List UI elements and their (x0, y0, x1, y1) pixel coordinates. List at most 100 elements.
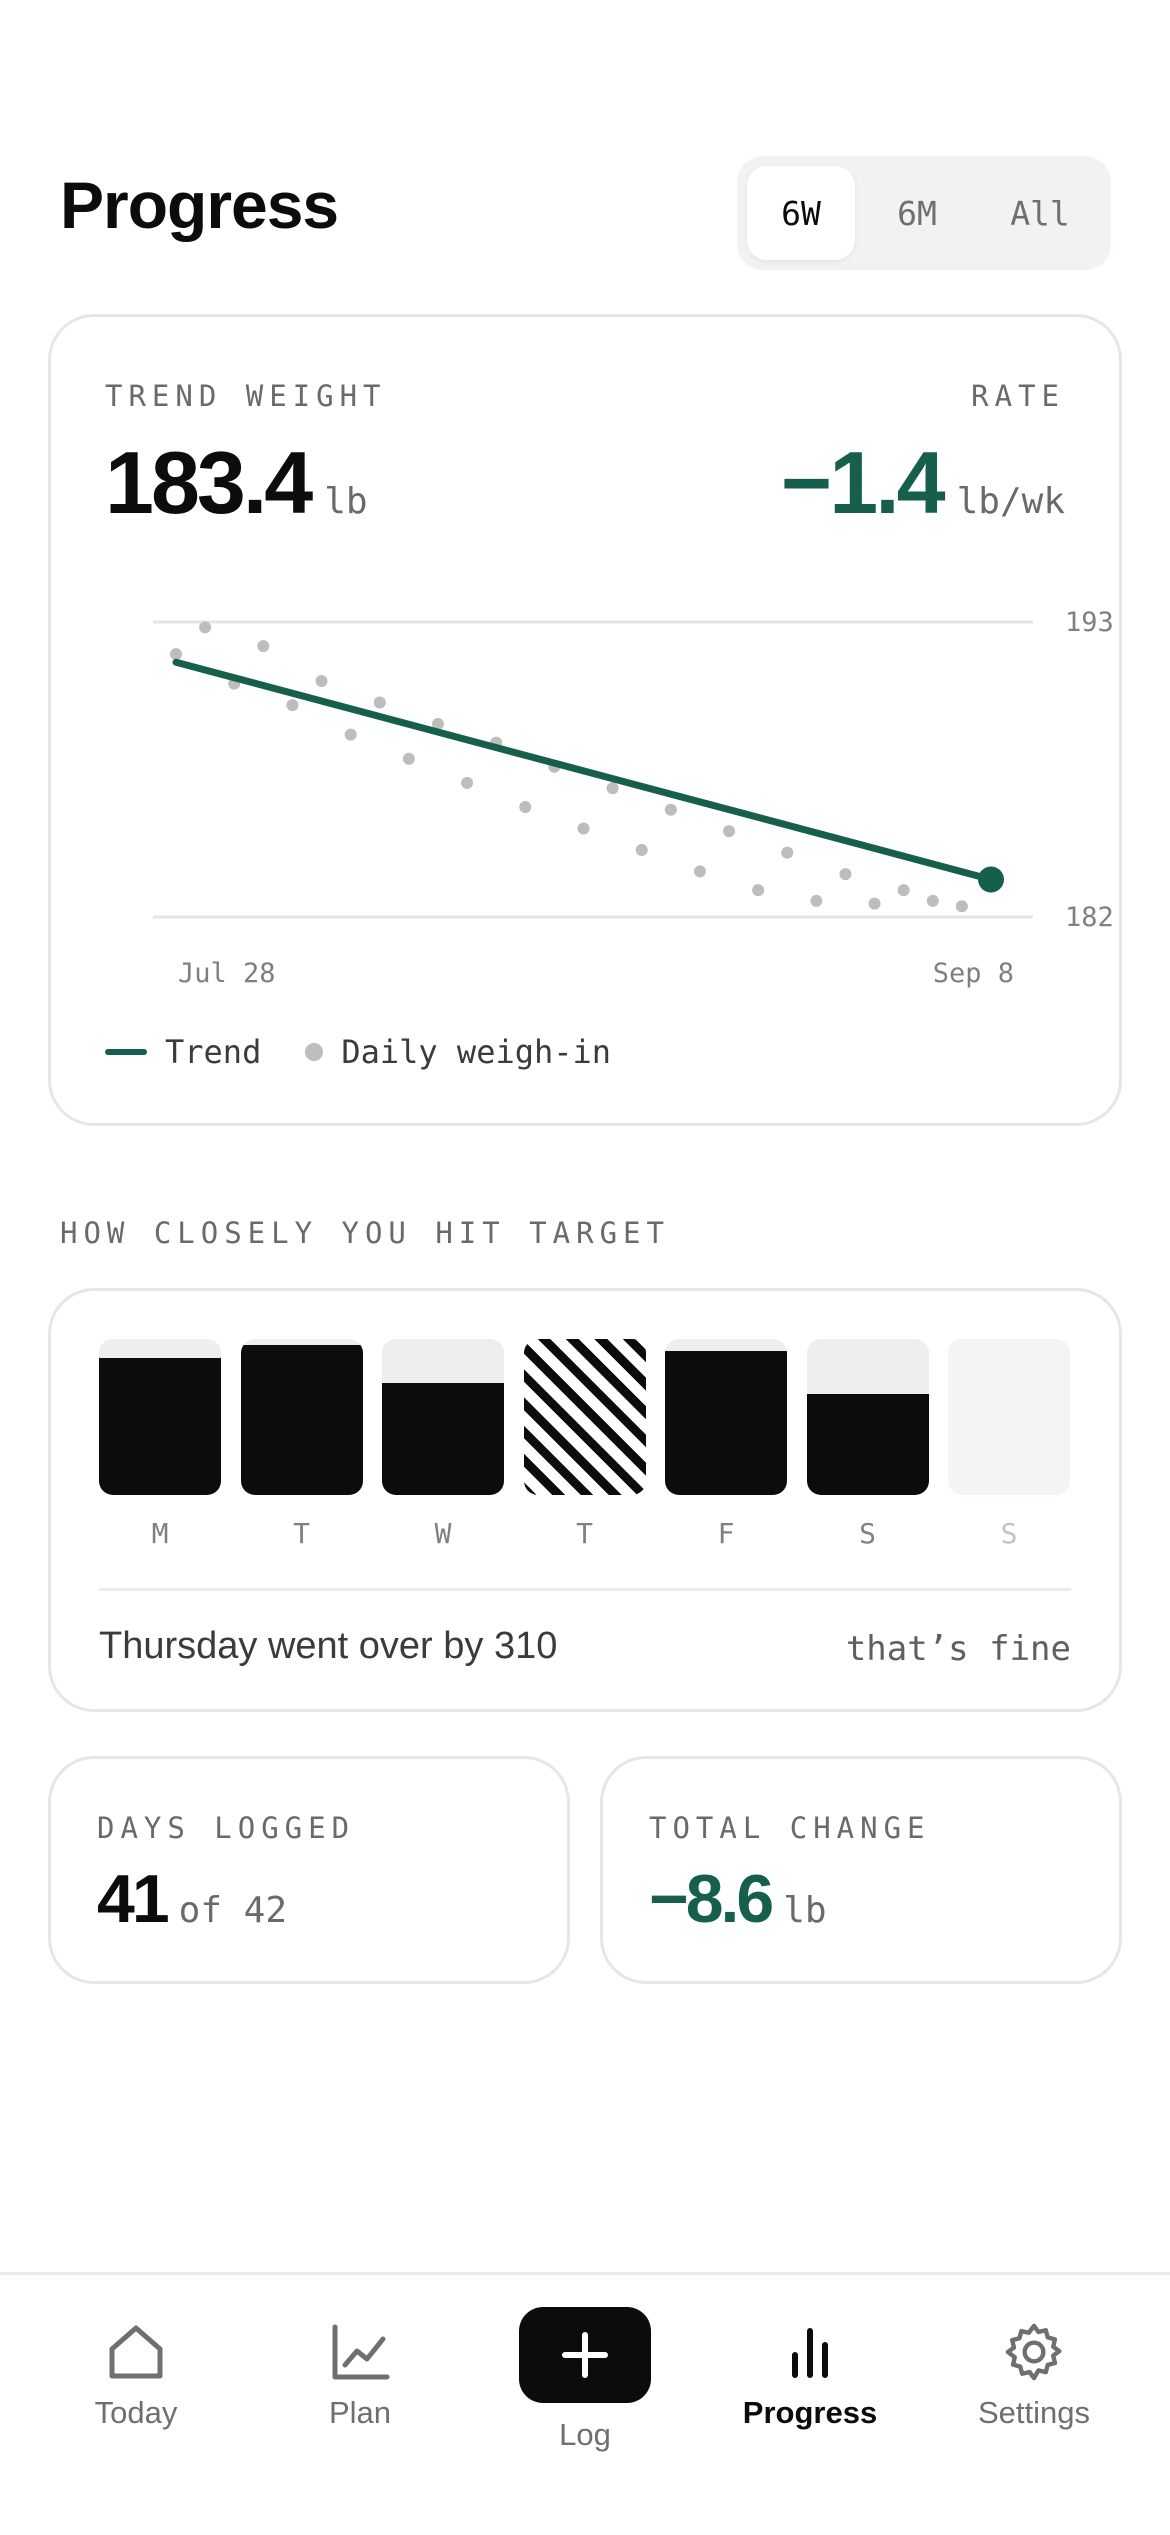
day-bar-fill (665, 1351, 787, 1495)
daily-weigh-in-point (373, 696, 386, 709)
day-label: S (1000, 1517, 1018, 1550)
range-tab-all[interactable]: All (979, 166, 1101, 260)
days-logged-value: 41 (97, 1861, 170, 1937)
range-tab-6m[interactable]: 6M (863, 166, 971, 260)
tab-settings-label: Settings (977, 2395, 1090, 2430)
legend-trend-swatch (105, 1049, 147, 1055)
daily-weigh-in-point (955, 900, 968, 913)
tab-log[interactable]: Log (485, 2275, 685, 2453)
day-bar (665, 1339, 787, 1495)
daily-weigh-in-point (402, 752, 415, 765)
trend-endpoint (978, 866, 1004, 893)
bar-chart-icon (779, 2317, 841, 2387)
target-section-heading: HOW CLOSELY YOU HIT TARGET (60, 1216, 670, 1250)
daily-weigh-in-point (752, 884, 765, 897)
chart-legend: Trend Daily weigh-in (105, 1033, 611, 1071)
total-change-value: −8.6 (649, 1861, 774, 1937)
target-note-aside: that’s fine (845, 1629, 1071, 1669)
target-divider (99, 1588, 1071, 1591)
rate-readout: −1.4 lb/wk (781, 439, 1065, 527)
total-change-unit: lb (783, 1890, 827, 1931)
home-icon (105, 2317, 167, 2387)
days-logged-suffix: of 42 (178, 1890, 288, 1931)
daily-weigh-in-point (723, 825, 736, 838)
daily-weigh-in-point (810, 894, 823, 907)
target-card: M T W T F S S Thursday went over by 310 that’s… (48, 1288, 1122, 1712)
days-logged-readout: 41 of 42 (97, 1865, 287, 1933)
x-tick-label: Jul 28 (178, 958, 276, 989)
day-bar (240, 1339, 363, 1495)
day-label: F (717, 1517, 735, 1550)
day-bar (382, 1339, 504, 1495)
day-bar-column: S (806, 1339, 929, 1550)
legend-trend-label: Trend (165, 1033, 262, 1071)
total-change-readout: −8.6 lb (649, 1865, 827, 1933)
daily-weigh-in-point (839, 868, 852, 881)
daily-weigh-in-point (519, 801, 532, 814)
legend-daily-swatch (305, 1043, 324, 1061)
day-bar-over-target (523, 1339, 646, 1495)
daily-weigh-in-point (461, 776, 474, 789)
tab-progress-label: Progress (742, 2395, 878, 2430)
daily-weigh-in-point (577, 822, 590, 835)
y-tick-label: 182 (1065, 902, 1114, 933)
day-bar-column: W (382, 1339, 504, 1550)
page-title: Progress (60, 168, 339, 242)
range-selector: 6W 6M All (737, 156, 1111, 270)
day-bar (99, 1339, 221, 1495)
daily-weigh-in-point (606, 782, 619, 795)
day-bar-column: T (240, 1339, 363, 1550)
daily-weigh-in-point (170, 648, 182, 661)
gear-icon (1001, 2317, 1067, 2387)
x-tick-label: Sep 8 (933, 958, 1014, 989)
trend-weight-readout: 183.4 lb (105, 439, 368, 527)
day-bar-fill (382, 1382, 504, 1495)
rate-unit: lb/wk (956, 481, 1065, 522)
total-change-card: TOTAL CHANGE −8.6 lb (600, 1756, 1122, 1984)
trend-chart: 193 182 Jul 28 Sep 8 (153, 607, 1114, 989)
daily-weigh-in-point (257, 640, 270, 653)
days-logged-card: DAYS LOGGED 41 of 42 (48, 1756, 570, 1984)
total-change-label: TOTAL CHANGE (649, 1811, 931, 1845)
day-label: S (859, 1517, 876, 1550)
day-bar-fill (240, 1345, 363, 1495)
tab-bar: Today Plan Log Progress Settings (0, 2272, 1170, 2535)
days-logged-label: DAYS LOGGED (97, 1811, 356, 1845)
day-bar-fill (806, 1393, 929, 1495)
trend-weight-card: TREND WEIGHT 183.4 lb RATE −1.4 lb/wk 19… (48, 314, 1122, 1126)
tab-today[interactable]: Today (36, 2275, 236, 2431)
daily-weigh-in-point (635, 843, 648, 856)
day-bar (806, 1339, 929, 1495)
target-note: Thursday went over by 310 (99, 1625, 558, 1667)
day-bar-column: S (948, 1339, 1070, 1550)
daily-weigh-in-point (199, 621, 212, 634)
daily-weigh-in-point (897, 884, 910, 897)
rate-label: RATE (971, 379, 1065, 413)
legend-daily-label: Daily weigh-in (341, 1033, 612, 1071)
daily-weigh-in-point (664, 803, 677, 816)
tab-log-label: Log (559, 2417, 611, 2452)
day-bar-column: T (523, 1339, 646, 1550)
day-bar (948, 1339, 1070, 1495)
day-bar-column: M (99, 1339, 221, 1550)
trend-weight-unit: lb (324, 481, 368, 522)
add-log-button[interactable] (519, 2307, 651, 2403)
range-tab-6w[interactable]: 6W (747, 166, 855, 260)
day-label: T (576, 1517, 593, 1550)
tab-settings[interactable]: Settings (934, 2275, 1134, 2431)
day-bar-column: F (665, 1339, 787, 1550)
daily-weigh-in-point (286, 699, 299, 712)
daily-weigh-in-point (868, 897, 881, 910)
tab-plan-label: Plan (328, 2395, 392, 2430)
day-label: T (293, 1517, 310, 1550)
day-bar-fill (99, 1357, 221, 1495)
daily-weigh-in-point (344, 728, 357, 741)
plus-icon (562, 2332, 608, 2378)
daily-weigh-in-point (693, 865, 706, 878)
tab-today-label: Today (94, 2395, 178, 2430)
tab-progress[interactable]: Progress (710, 2275, 910, 2431)
tab-plan[interactable]: Plan (260, 2275, 460, 2431)
daily-weigh-in-point (926, 894, 939, 907)
rate-value: −1.4 (780, 433, 946, 532)
daily-weigh-in-point (781, 846, 794, 859)
